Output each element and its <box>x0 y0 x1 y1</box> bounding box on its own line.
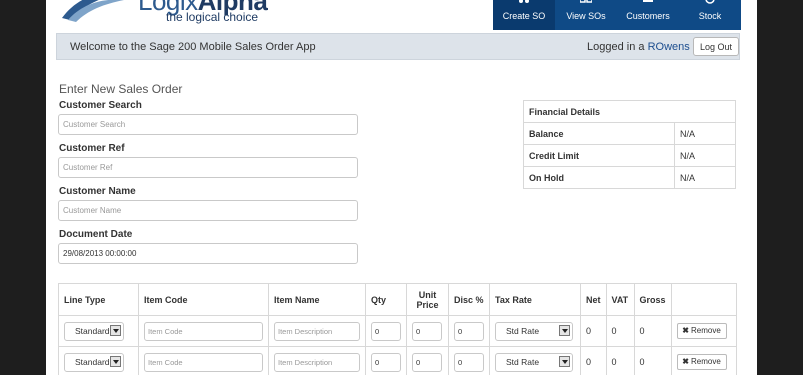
item-description-input[interactable]: Item Description <box>274 352 360 372</box>
net-value: 0 <box>580 346 607 375</box>
line-type-select[interactable]: Standard <box>64 352 124 372</box>
disc-input[interactable]: 0 <box>454 321 484 341</box>
unit-price-input[interactable]: 0 <box>412 352 442 372</box>
vat-value: 0 <box>605 315 635 347</box>
item-description-input[interactable]: Item Description <box>274 321 360 341</box>
credit-limit-value: N/A <box>674 144 736 167</box>
financial-details-table: Financial Details Balance N/A Credit Limi… <box>523 100 736 189</box>
users-icon <box>643 0 653 2</box>
chevron-down-icon <box>110 324 121 336</box>
vat-value: 0 <box>605 346 635 375</box>
customer-name-label: Customer Name <box>59 186 136 197</box>
tax-rate-value: Std Rate <box>506 325 540 336</box>
financial-details-heading: Financial Details <box>523 100 736 123</box>
nav-view-sos[interactable]: View SOs <box>555 0 617 30</box>
line-type-select[interactable]: Standard <box>64 321 124 341</box>
device-frame: LogixAlpha the logical choice Create SO … <box>0 0 803 375</box>
credit-limit-label: Credit Limit <box>523 144 675 167</box>
nav-label: Customers <box>626 11 670 21</box>
box-icon <box>705 0 715 4</box>
welcome-bar: Welcome to the Sage 200 Mobile Sales Ord… <box>56 33 740 60</box>
unit-price-input[interactable]: 0 <box>412 321 442 341</box>
gross-value: 0 <box>633 346 672 375</box>
nav-label: Stock <box>698 11 722 21</box>
remove-label: Remove <box>690 326 721 335</box>
main-nav: Create SO View SOs Customers Stock <box>493 0 741 30</box>
chevron-down-icon <box>110 355 121 367</box>
close-icon: ✖ <box>682 326 689 335</box>
col-gross: Gross <box>633 283 672 316</box>
nav-label: Create SO <box>502 11 546 21</box>
col-unit-price: Unit Price <box>406 283 449 316</box>
qty-input[interactable]: 0 <box>371 352 401 372</box>
nav-customers[interactable]: Customers <box>617 0 679 30</box>
document-date-label: Document Date <box>59 229 133 240</box>
item-code-input[interactable]: Item Code <box>144 352 263 372</box>
line-type-value: Standard <box>75 325 110 336</box>
balance-value: N/A <box>674 122 736 145</box>
app-screen: LogixAlpha the logical choice Create SO … <box>46 0 757 375</box>
col-actions <box>670 283 738 316</box>
col-qty: Qty <box>365 283 407 316</box>
chevron-down-icon <box>559 355 570 367</box>
logo-tagline: the logical choice <box>166 10 259 24</box>
customer-name-input[interactable]: Customer Name <box>58 200 358 221</box>
chevron-down-icon <box>559 324 570 336</box>
tax-rate-select[interactable]: Std Rate <box>495 321 573 341</box>
table-row: Standard Item Code Item Description 0 0 … <box>58 315 738 347</box>
list-icon <box>580 0 592 3</box>
nav-label: View SOs <box>566 11 606 21</box>
customer-search-input[interactable]: Customer Search <box>58 114 358 135</box>
tax-rate-select[interactable]: Std Rate <box>495 352 573 372</box>
item-code-input[interactable]: Item Code <box>144 321 263 341</box>
remove-button[interactable]: ✖ Remove <box>676 323 727 339</box>
customer-ref-input[interactable]: Customer Ref <box>58 157 358 178</box>
qty-input[interactable]: 0 <box>371 321 401 341</box>
col-item-name: Item Name <box>268 283 366 316</box>
logout-button[interactable]: Log Out <box>693 37 739 56</box>
username-link[interactable]: ROwens <box>648 41 690 53</box>
col-vat: VAT <box>605 283 635 316</box>
close-icon: ✖ <box>682 357 689 366</box>
on-hold-value: N/A <box>674 166 736 189</box>
col-net: Net <box>580 283 607 316</box>
logged-prefix: Logged in a <box>587 41 648 53</box>
line-type-value: Standard <box>75 356 110 367</box>
tax-rate-value: Std Rate <box>506 356 540 367</box>
table-row: Standard Item Code Item Description 0 0 … <box>58 346 738 375</box>
balance-label: Balance <box>523 122 675 145</box>
remove-button[interactable]: ✖ Remove <box>676 354 727 370</box>
customer-ref-label: Customer Ref <box>59 143 125 154</box>
nav-create-so[interactable]: Create SO <box>493 0 555 30</box>
logo-swoosh-icon <box>62 0 124 22</box>
nav-stock[interactable]: Stock <box>679 0 741 30</box>
net-value: 0 <box>580 315 607 347</box>
order-lines-table: Line Type Item Code Item Name Qty Unit P… <box>58 283 738 375</box>
col-disc: Disc % <box>448 283 490 316</box>
page-title: Enter New Sales Order <box>59 82 183 96</box>
col-tax-rate: Tax Rate <box>489 283 581 316</box>
app-header: LogixAlpha the logical choice Create SO … <box>46 0 757 32</box>
logged-in-text: Logged in a ROwens <box>587 41 690 53</box>
disc-input[interactable]: 0 <box>454 352 484 372</box>
customer-search-label: Customer Search <box>59 100 142 111</box>
gross-value: 0 <box>633 315 672 347</box>
col-line-type: Line Type <box>58 283 139 316</box>
cart-icon <box>519 0 529 3</box>
document-date-input[interactable]: 29/08/2013 00:00:00 <box>58 243 358 264</box>
welcome-message: Welcome to the Sage 200 Mobile Sales Ord… <box>70 41 316 53</box>
col-item-code: Item Code <box>138 283 269 316</box>
remove-label: Remove <box>690 357 721 366</box>
on-hold-label: On Hold <box>523 166 675 189</box>
